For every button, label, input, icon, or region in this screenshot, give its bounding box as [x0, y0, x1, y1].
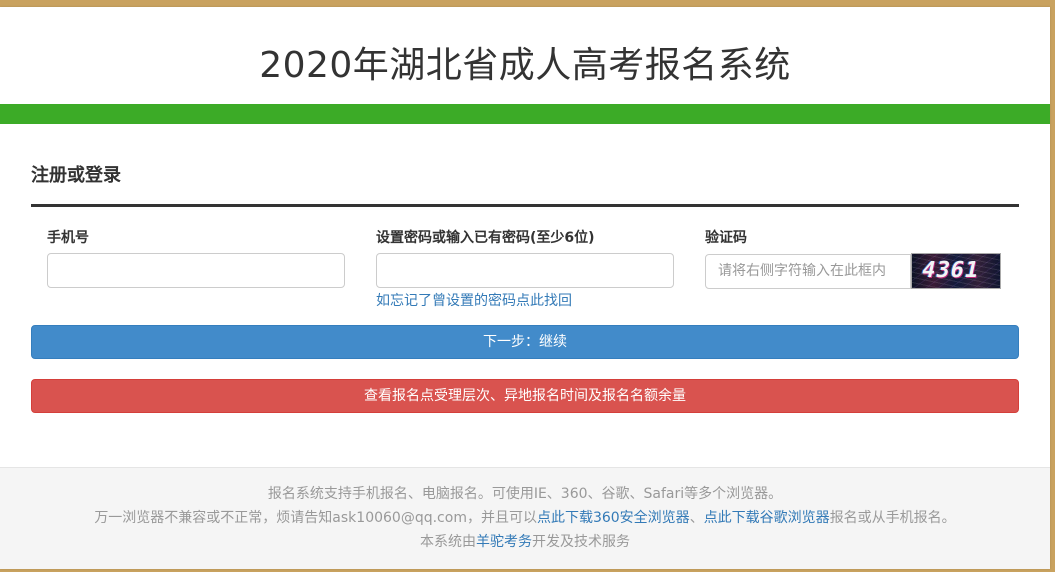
captcha-input[interactable] [705, 253, 911, 289]
footer-line-1: 报名系统支持手机报名、电脑报名。可使用IE、360、谷歌、Safari等多个浏览… [267, 486, 783, 502]
download-chrome-browser-link[interactable]: 点此下载谷歌浏览器 [704, 510, 830, 526]
section-title: 注册或登录 [31, 165, 121, 186]
captcha-image[interactable]: 4361 [911, 253, 1001, 289]
footer-line-3-prefix: 本系统由 [420, 534, 476, 550]
footer-line-3: 本系统由羊驼考务开发及技术服务 [0, 530, 1050, 554]
page-title: 2020年湖北省成人高考报名系统 [259, 44, 791, 86]
footer-line-3-suffix: 开发及技术服务 [532, 534, 630, 550]
footer-line-2-suffix: 报名或从手机报名。 [829, 510, 956, 526]
page-footer: 报名系统支持手机报名、电脑报名。可使用IE、360、谷歌、Safari等多个浏览… [0, 467, 1050, 569]
header-green-bar [0, 104, 1050, 124]
phone-input[interactable] [47, 253, 345, 288]
captcha-code: 4361 [919, 258, 982, 283]
login-section: 注册或登录 手机号 设置密码或输入已有密码(至少6位) 如忘记了曾设置的密码点此… [0, 164, 1050, 413]
phone-field-group: 手机号 [47, 229, 345, 288]
phone-label: 手机号 [47, 230, 89, 246]
developer-link[interactable]: 羊驼考务 [476, 534, 532, 550]
captcha-label: 验证码 [705, 230, 747, 246]
password-label: 设置密码或输入已有密码(至少6位) [376, 230, 595, 246]
login-fields: 手机号 设置密码或输入已有密码(至少6位) 如忘记了曾设置的密码点此找回 验证码… [31, 207, 1019, 325]
footer-line-2-prefix: 万一浏览器不兼容或不正常，烦请告知ask10060@qq.com，并且可以 [94, 510, 537, 526]
footer-line-2: 万一浏览器不兼容或不正常，烦请告知ask10060@qq.com，并且可以点此下… [0, 506, 1050, 530]
check-quota-button[interactable]: 查看报名点受理层次、异地报名时间及报名名额余量 [31, 379, 1019, 413]
footer-line-2-separator: 、 [689, 510, 704, 526]
password-field-group: 设置密码或输入已有密码(至少6位) 如忘记了曾设置的密码点此找回 [376, 229, 674, 310]
forgot-password-link[interactable]: 如忘记了曾设置的密码点此找回 [376, 290, 572, 310]
page-frame: 2020年湖北省成人高考报名系统 注册或登录 手机号 设置密码或输入已有密码(至… [0, 7, 1050, 569]
page-header: 2020年湖北省成人高考报名系统 [0, 7, 1050, 104]
next-button[interactable]: 下一步：继续 [31, 325, 1019, 359]
download-360-browser-link[interactable]: 点此下载360安全浏览器 [537, 510, 690, 526]
password-input[interactable] [376, 253, 674, 288]
captcha-field-group: 验证码 4361 [705, 229, 1001, 289]
captcha-row: 4361 [705, 253, 1001, 289]
